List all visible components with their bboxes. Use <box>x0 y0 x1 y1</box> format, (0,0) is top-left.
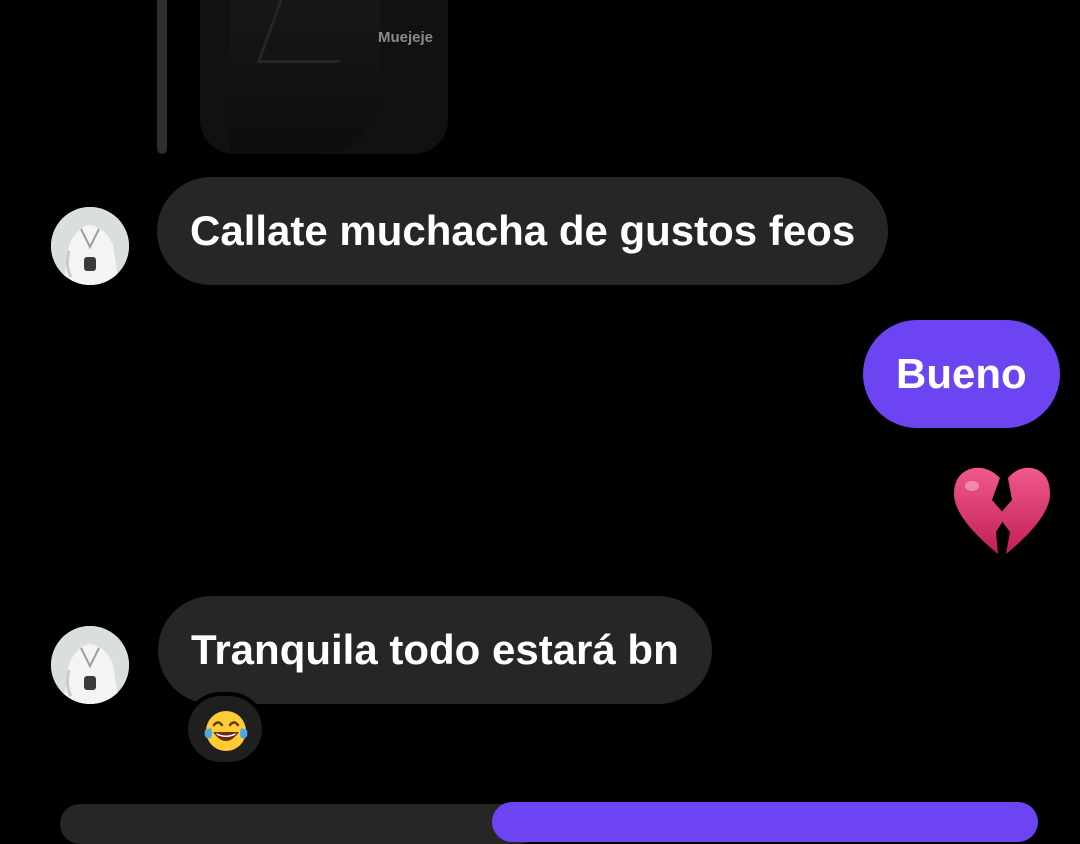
shared-media-preview[interactable]: Muejeje <box>200 0 448 154</box>
message-reaction[interactable] <box>184 692 266 766</box>
outgoing-message-bubble[interactable]: Bueno <box>863 320 1060 428</box>
reply-thread-line <box>157 0 167 154</box>
incoming-message-bubble[interactable]: Callate muchacha de gustos feos <box>157 177 889 285</box>
laughing-tears-icon <box>204 711 248 751</box>
contact-avatar[interactable] <box>51 207 129 285</box>
contact-avatar[interactable] <box>51 626 129 704</box>
outgoing-message-bubble-partial[interactable] <box>492 802 1038 842</box>
incoming-message-bubble-partial[interactable] <box>60 804 540 844</box>
media-caption: Muejeje <box>377 29 433 46</box>
broken-heart-icon[interactable] <box>952 466 1052 558</box>
incoming-message-bubble[interactable]: Tranquila todo estará bn <box>158 596 712 704</box>
